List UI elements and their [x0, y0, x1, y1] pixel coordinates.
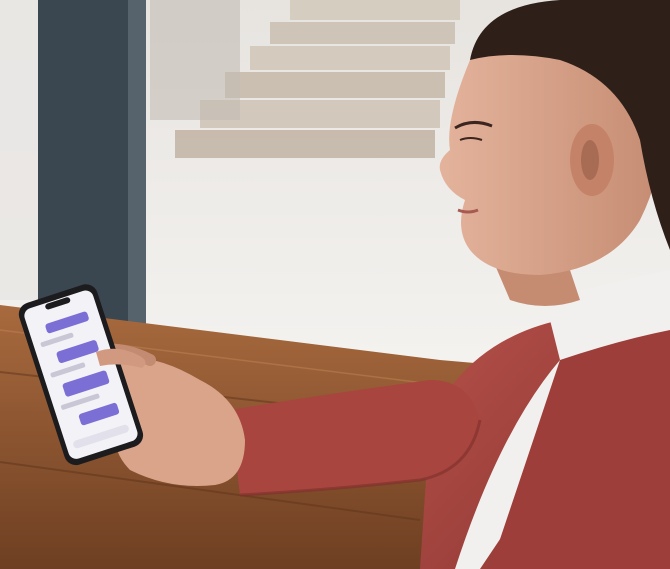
photo	[0, 0, 670, 569]
stairs	[150, 0, 460, 158]
photo-scene	[0, 0, 670, 569]
window-frame	[38, 0, 128, 330]
